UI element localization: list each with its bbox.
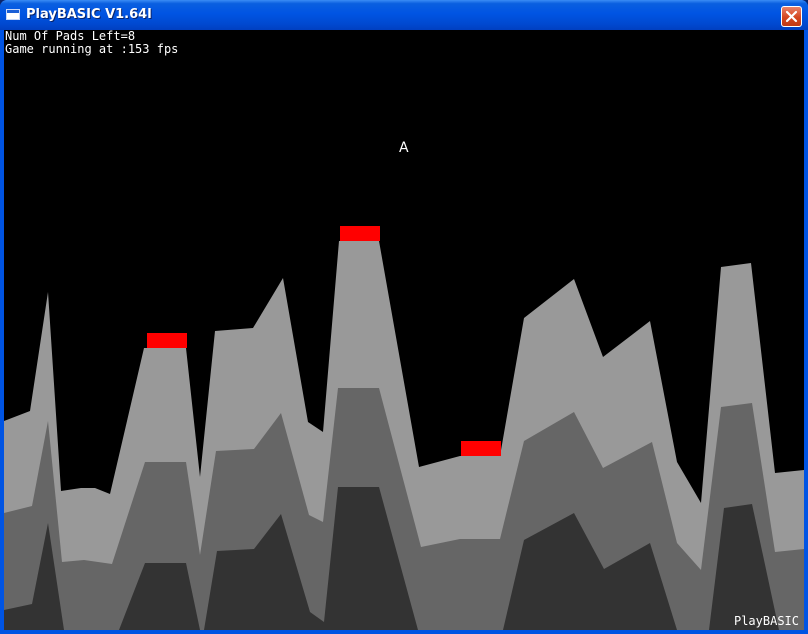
playbasic-watermark: PlayBASIC (733, 614, 799, 628)
game-canvas[interactable]: Num Of Pads Left=8 Game running at :153 … (4, 30, 804, 630)
window-frame-right (804, 30, 808, 634)
close-icon (785, 10, 798, 23)
title-bar[interactable]: PlayBASIC V1.64l (0, 0, 808, 30)
game-window: PlayBASIC V1.64l Num Of Pads Left=8 Game… (0, 0, 808, 634)
landing-pad (340, 226, 380, 241)
fps-readout: Game running at :153 fps (5, 42, 179, 56)
lander-ship: A (399, 140, 409, 156)
window-icon (6, 9, 20, 20)
window-title: PlayBASIC V1.64l (26, 7, 152, 22)
close-button[interactable] (781, 6, 802, 27)
landing-pad (147, 333, 187, 348)
terrain-scene (4, 226, 804, 630)
landing-pad (461, 441, 501, 456)
window-frame-bottom (0, 630, 808, 634)
